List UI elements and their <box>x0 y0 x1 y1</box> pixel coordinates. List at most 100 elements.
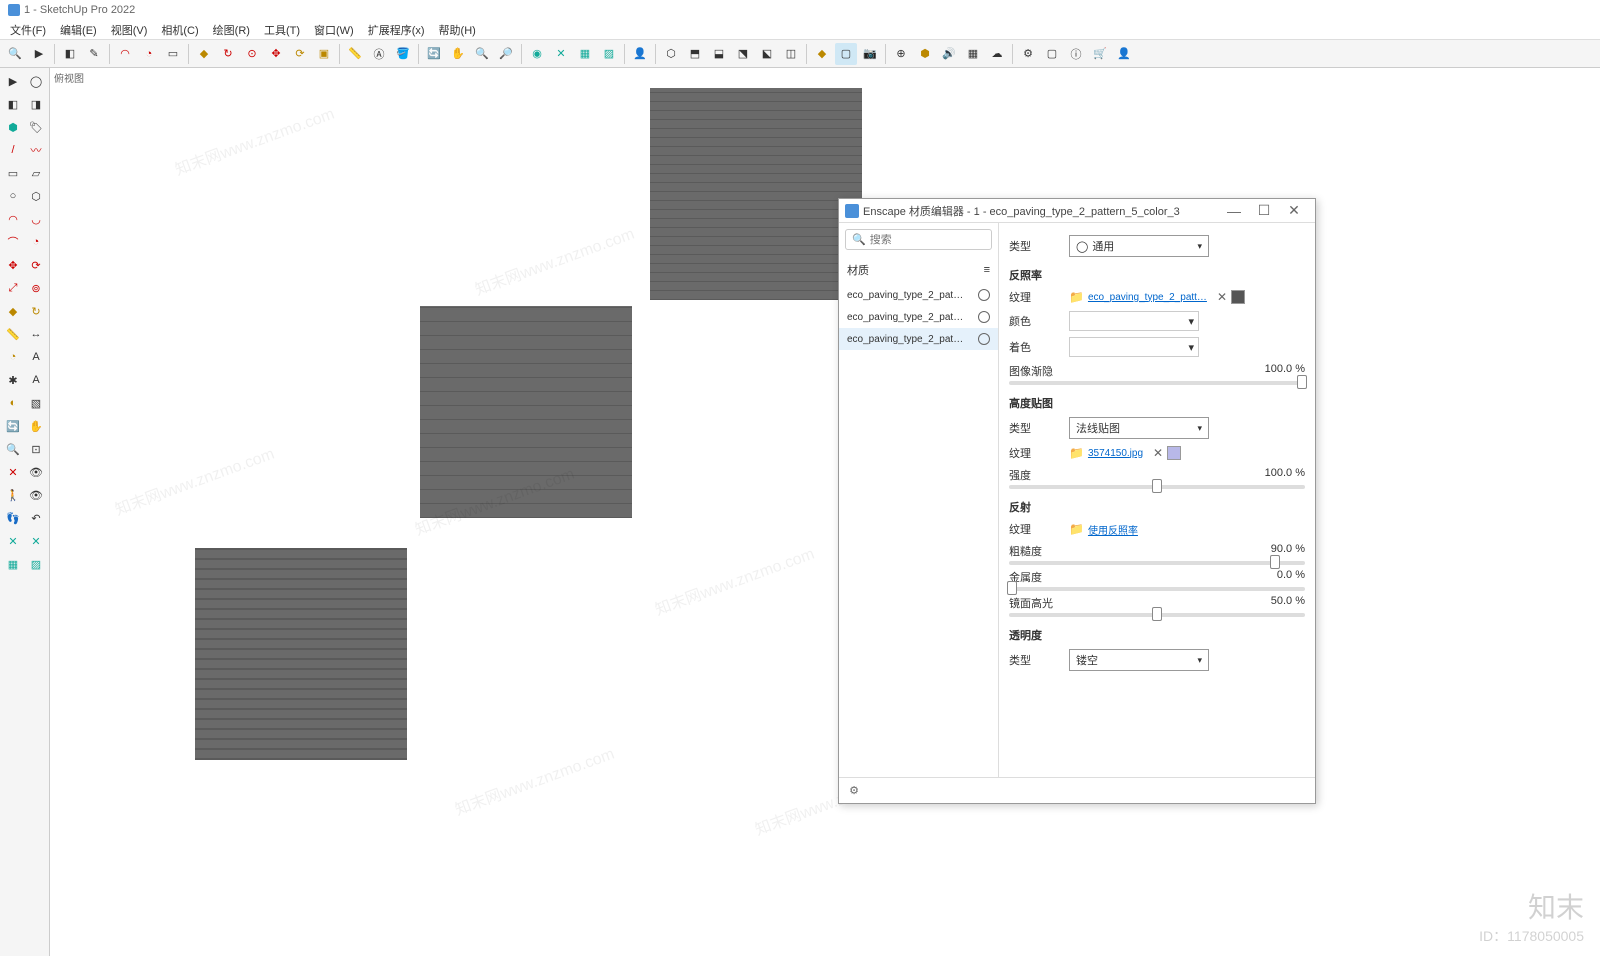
zoom2-icon[interactable]: 🔍 <box>471 43 493 65</box>
color-picker[interactable]: ▾ <box>1069 311 1199 331</box>
follow2-icon[interactable]: ↻ <box>25 300 47 322</box>
tape-icon[interactable]: 📏 <box>344 43 366 65</box>
enscape-c-icon[interactable]: ▦ <box>2 553 24 575</box>
menu-window[interactable]: 窗口(W) <box>308 20 360 40</box>
texture-preview-3[interactable] <box>195 548 407 760</box>
normal-swatch[interactable] <box>1167 446 1181 460</box>
enscape-d-icon[interactable]: ▨ <box>25 553 47 575</box>
height-texture-link[interactable]: 3574150.jpg <box>1088 448 1143 459</box>
component-icon[interactable]: ⬢ <box>2 116 24 138</box>
remove-texture-button[interactable]: ✕ <box>1217 290 1227 304</box>
select-icon[interactable]: ▶ <box>28 43 50 65</box>
position-icon[interactable]: 🚶 <box>2 484 24 506</box>
viewport[interactable]: 俯视图 知末网www.znzmo.com 知末网www.znzmo.com 知末… <box>50 68 1600 956</box>
fade-slider[interactable] <box>1009 381 1305 385</box>
rect-icon[interactable]: ▭ <box>162 43 184 65</box>
pan2-icon[interactable]: ✋ <box>25 415 47 437</box>
panel-header[interactable]: Enscape 材质编辑器 - 1 - eco_paving_type_2_pa… <box>839 199 1315 223</box>
texture-preview-2[interactable] <box>420 306 632 518</box>
search-box[interactable]: 🔍 <box>845 229 992 250</box>
eye-icon[interactable]: 👁 <box>25 484 47 506</box>
text-icon[interactable]: Ⓐ <box>368 43 390 65</box>
axes-icon[interactable]: ✱ <box>2 369 24 391</box>
info-icon[interactable]: ⓘ <box>1065 43 1087 65</box>
line-icon[interactable]: / <box>2 139 24 161</box>
protractor-icon[interactable]: ◔ <box>138 43 160 65</box>
eraser-icon[interactable]: ◧ <box>59 43 81 65</box>
iso-icon[interactable]: ⬡ <box>660 43 682 65</box>
top-icon[interactable]: ⬓ <box>708 43 730 65</box>
layers-icon[interactable]: ▢ <box>1041 43 1063 65</box>
zoomwin-icon[interactable]: ⊡ <box>25 438 47 460</box>
cart-icon[interactable]: 🛒 <box>1089 43 1111 65</box>
slider-thumb[interactable] <box>1152 607 1162 621</box>
enscape-1-icon[interactable]: ◉ <box>526 43 548 65</box>
slider-thumb[interactable] <box>1007 581 1017 595</box>
paint-icon[interactable]: 🪣 <box>392 43 414 65</box>
move2-icon[interactable]: ✥ <box>2 254 24 276</box>
orbit2-icon[interactable]: 🔄 <box>2 415 24 437</box>
rect2-icon[interactable]: ▭ <box>2 162 24 184</box>
orbit-icon[interactable]: 🔄 <box>423 43 445 65</box>
prev-icon[interactable]: ↶ <box>25 507 47 529</box>
pushpull-icon[interactable]: ◆ <box>193 43 215 65</box>
3dtext-icon[interactable]: A <box>25 369 47 391</box>
arc4-icon[interactable]: ⌒ <box>2 231 24 253</box>
sound-icon[interactable]: 🔊 <box>938 43 960 65</box>
move-icon[interactable]: ✥ <box>265 43 287 65</box>
scale2-icon[interactable]: ⤢ <box>2 277 24 299</box>
protractor2-icon[interactable]: ◔ <box>2 346 24 368</box>
roughness-slider[interactable] <box>1009 561 1305 565</box>
menu-view[interactable]: 视图(V) <box>105 20 154 40</box>
dim-icon[interactable]: ↔ <box>25 323 47 345</box>
albedo-texture-link[interactable]: eco_paving_type_2_patt… <box>1088 292 1207 303</box>
profile-icon[interactable]: 👤 <box>1113 43 1135 65</box>
material-item[interactable]: eco_paving_type_2_pat… <box>839 328 998 350</box>
pencil-icon[interactable]: ✎ <box>83 43 105 65</box>
enscape-2-icon[interactable]: ✕ <box>550 43 572 65</box>
zoom3-icon[interactable]: 🔍 <box>2 438 24 460</box>
walk-icon[interactable]: 👁 <box>25 461 47 483</box>
walk2-icon[interactable]: 👣 <box>2 507 24 529</box>
folder-icon[interactable]: 📁 <box>1069 522 1084 536</box>
offset2-icon[interactable]: ⊚ <box>25 277 47 299</box>
select-tool-icon[interactable]: ▶ <box>2 70 24 92</box>
section-icon[interactable]: ◐ <box>2 392 24 414</box>
back-icon[interactable]: ⬕ <box>756 43 778 65</box>
menu-camera[interactable]: 相机(C) <box>155 20 204 40</box>
zoom-icon[interactable]: 🔍 <box>4 43 26 65</box>
zoom-extents-icon[interactable]: 🔎 <box>495 43 517 65</box>
specular-slider[interactable] <box>1009 613 1305 617</box>
close-button[interactable]: ✕ <box>1279 201 1309 221</box>
height-type-dropdown[interactable]: 法线贴图▾ <box>1069 417 1209 439</box>
transparency-type-dropdown[interactable]: 镂空▾ <box>1069 649 1209 671</box>
scale-icon[interactable]: ▣ <box>313 43 335 65</box>
rect3-icon[interactable]: ▱ <box>25 162 47 184</box>
lasso-icon[interactable]: ◯ <box>25 70 47 92</box>
grid-icon[interactable]: ▦ <box>962 43 984 65</box>
tape2-icon[interactable]: 📏 <box>2 323 24 345</box>
enscape-3-icon[interactable]: ▦ <box>574 43 596 65</box>
left-icon[interactable]: ◫ <box>780 43 802 65</box>
pushpull2-icon[interactable]: ◆ <box>2 300 24 322</box>
enscape-a-icon[interactable]: ✕ <box>2 530 24 552</box>
albedo-swatch[interactable] <box>1231 290 1245 304</box>
slider-thumb[interactable] <box>1152 479 1162 493</box>
maximize-button[interactable]: ☐ <box>1249 201 1279 221</box>
enscape-4-icon[interactable]: ▨ <box>598 43 620 65</box>
offset-icon[interactable]: ⊙ <box>241 43 263 65</box>
rotate2-icon[interactable]: ⟳ <box>25 254 47 276</box>
menu-extensions[interactable]: 扩展程序(x) <box>362 20 431 40</box>
look-icon[interactable]: ✕ <box>2 461 24 483</box>
cube-icon[interactable]: ⬢ <box>914 43 936 65</box>
ext-2-icon[interactable]: ▢ <box>835 43 857 65</box>
settings-button[interactable]: ⚙ <box>845 782 863 800</box>
pie-icon[interactable]: ◔ <box>25 231 47 253</box>
follow-icon[interactable]: ↻ <box>217 43 239 65</box>
ext-3-icon[interactable]: 📷 <box>859 43 881 65</box>
search-input[interactable] <box>870 234 985 246</box>
polygon-icon[interactable]: ⬡ <box>25 185 47 207</box>
intensity-slider[interactable] <box>1009 485 1305 489</box>
menu-edit[interactable]: 编辑(E) <box>54 20 103 40</box>
text2-icon[interactable]: A <box>25 346 47 368</box>
